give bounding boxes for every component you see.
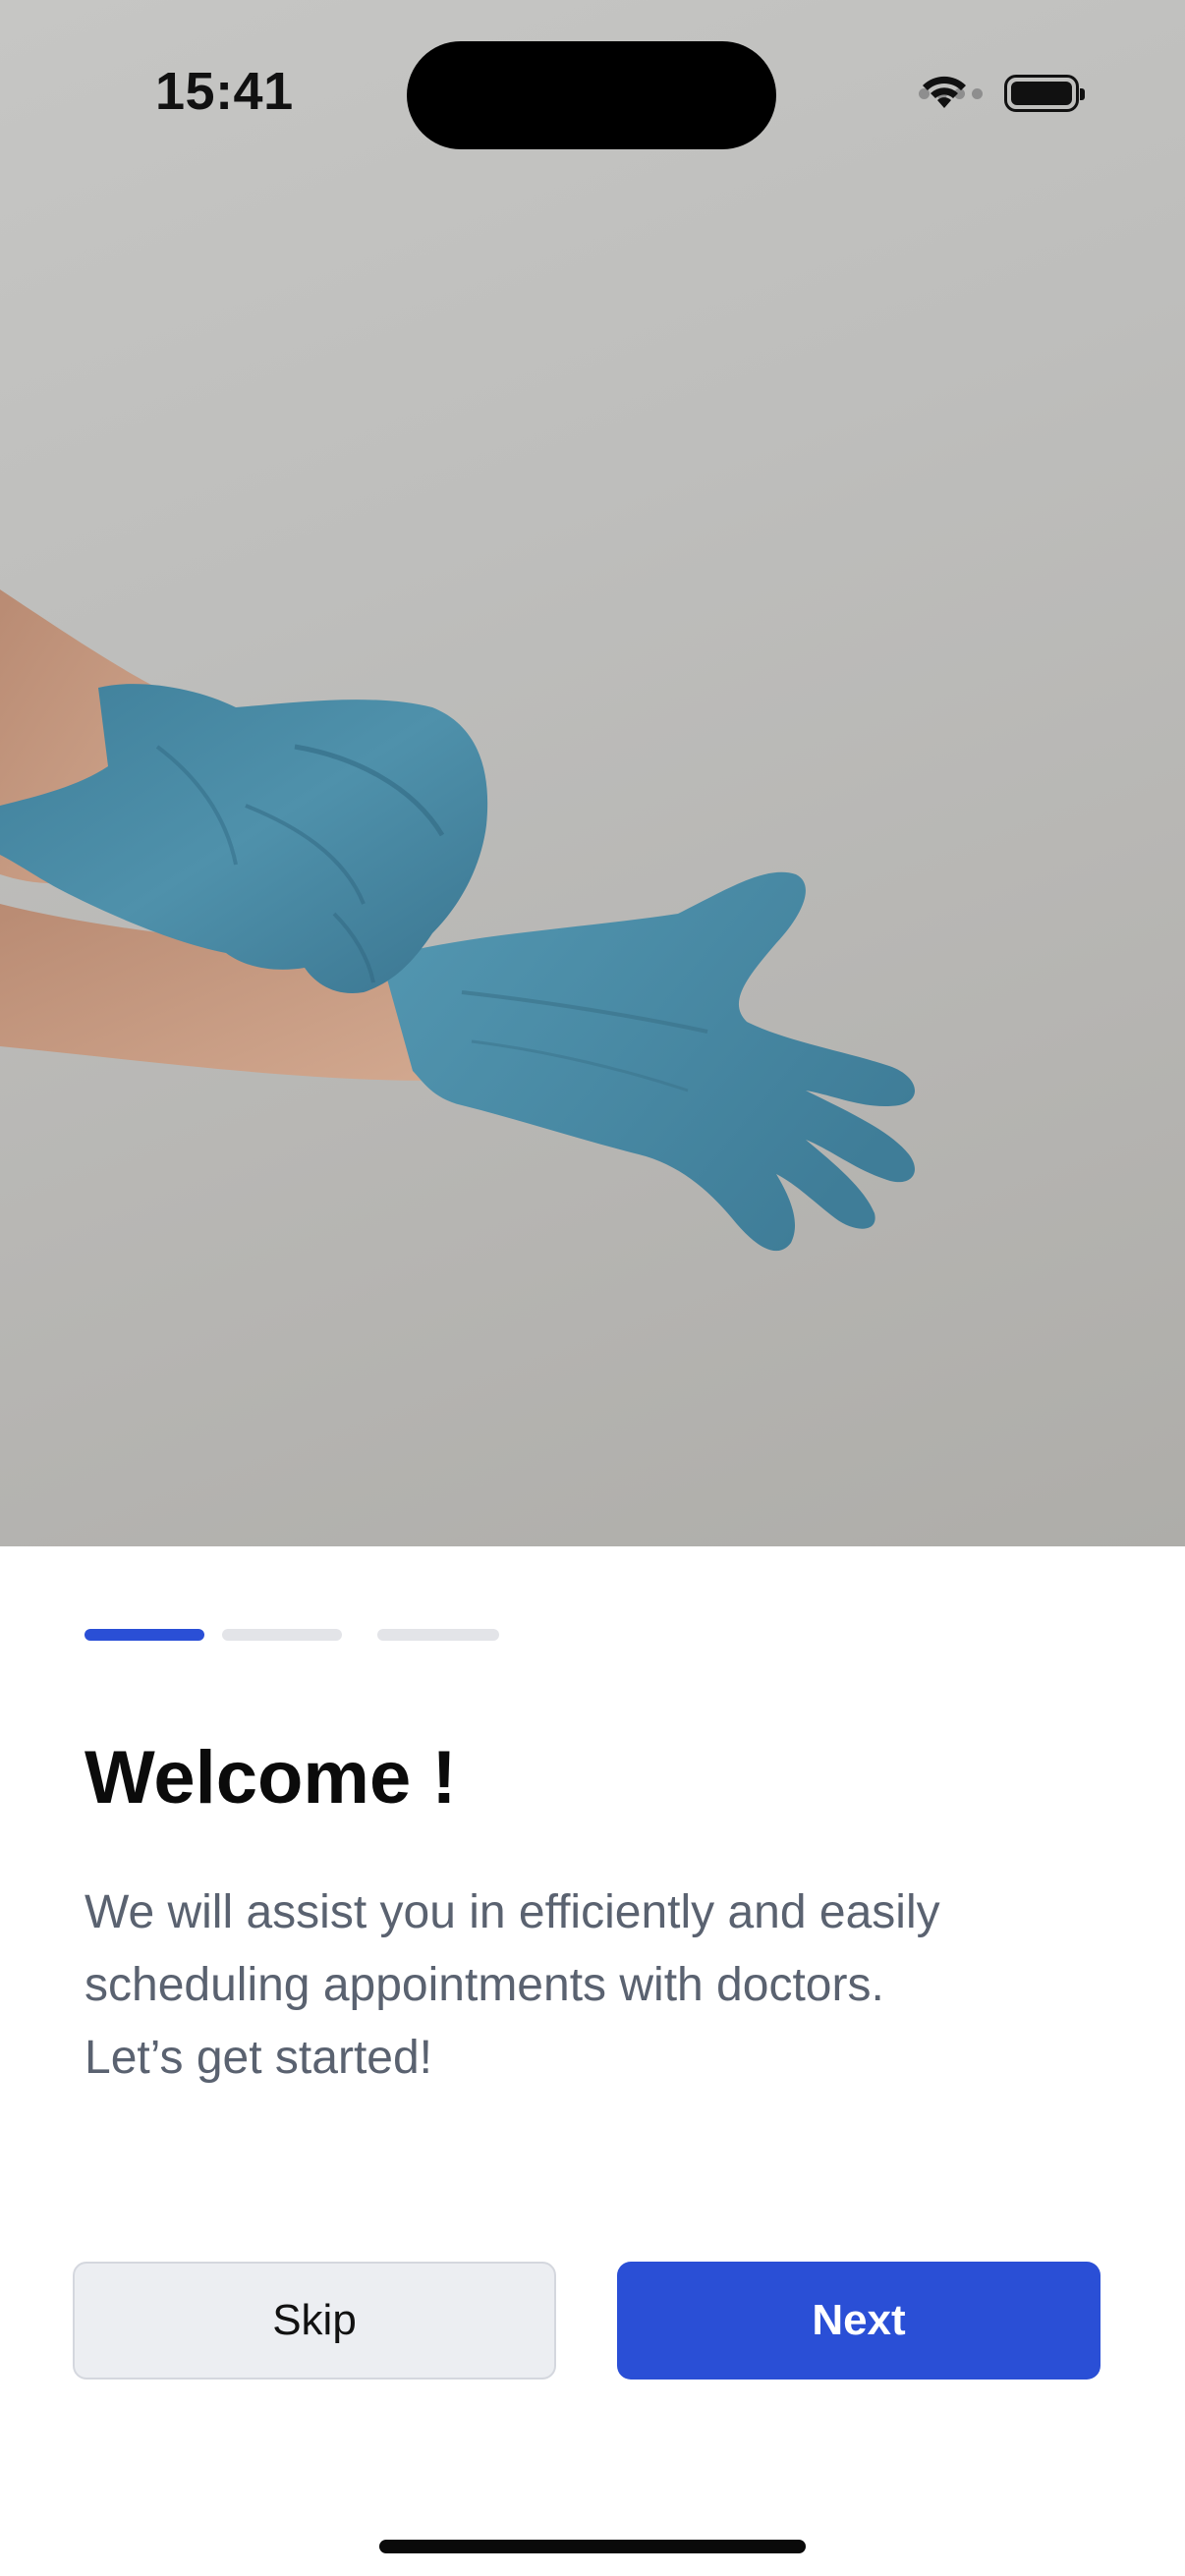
dynamic-island: [407, 41, 776, 149]
battery-icon: [1004, 75, 1085, 112]
progress-step-3: [377, 1629, 499, 1641]
page-description: We will assist you in efficiently and ea…: [85, 1886, 940, 2084]
page-title: Welcome !: [85, 1736, 457, 1820]
gloved-hands-photo: [0, 589, 916, 1252]
wifi-icon: [923, 76, 966, 108]
home-indicator[interactable]: [379, 2540, 806, 2553]
progress-step-1-active: [85, 1629, 204, 1641]
hero-image: 15:41: [0, 0, 1185, 1546]
next-button[interactable]: Next: [617, 2262, 1100, 2380]
status-icons: [919, 71, 1085, 116]
onboarding-screen: 15:41 Welcome ! We will assist you in ef…: [0, 0, 1185, 2576]
progress-step-2: [222, 1629, 342, 1641]
onboarding-progress: [85, 1629, 499, 1641]
skip-button[interactable]: Skip: [73, 2262, 556, 2380]
status-time: 15:41: [155, 62, 294, 121]
